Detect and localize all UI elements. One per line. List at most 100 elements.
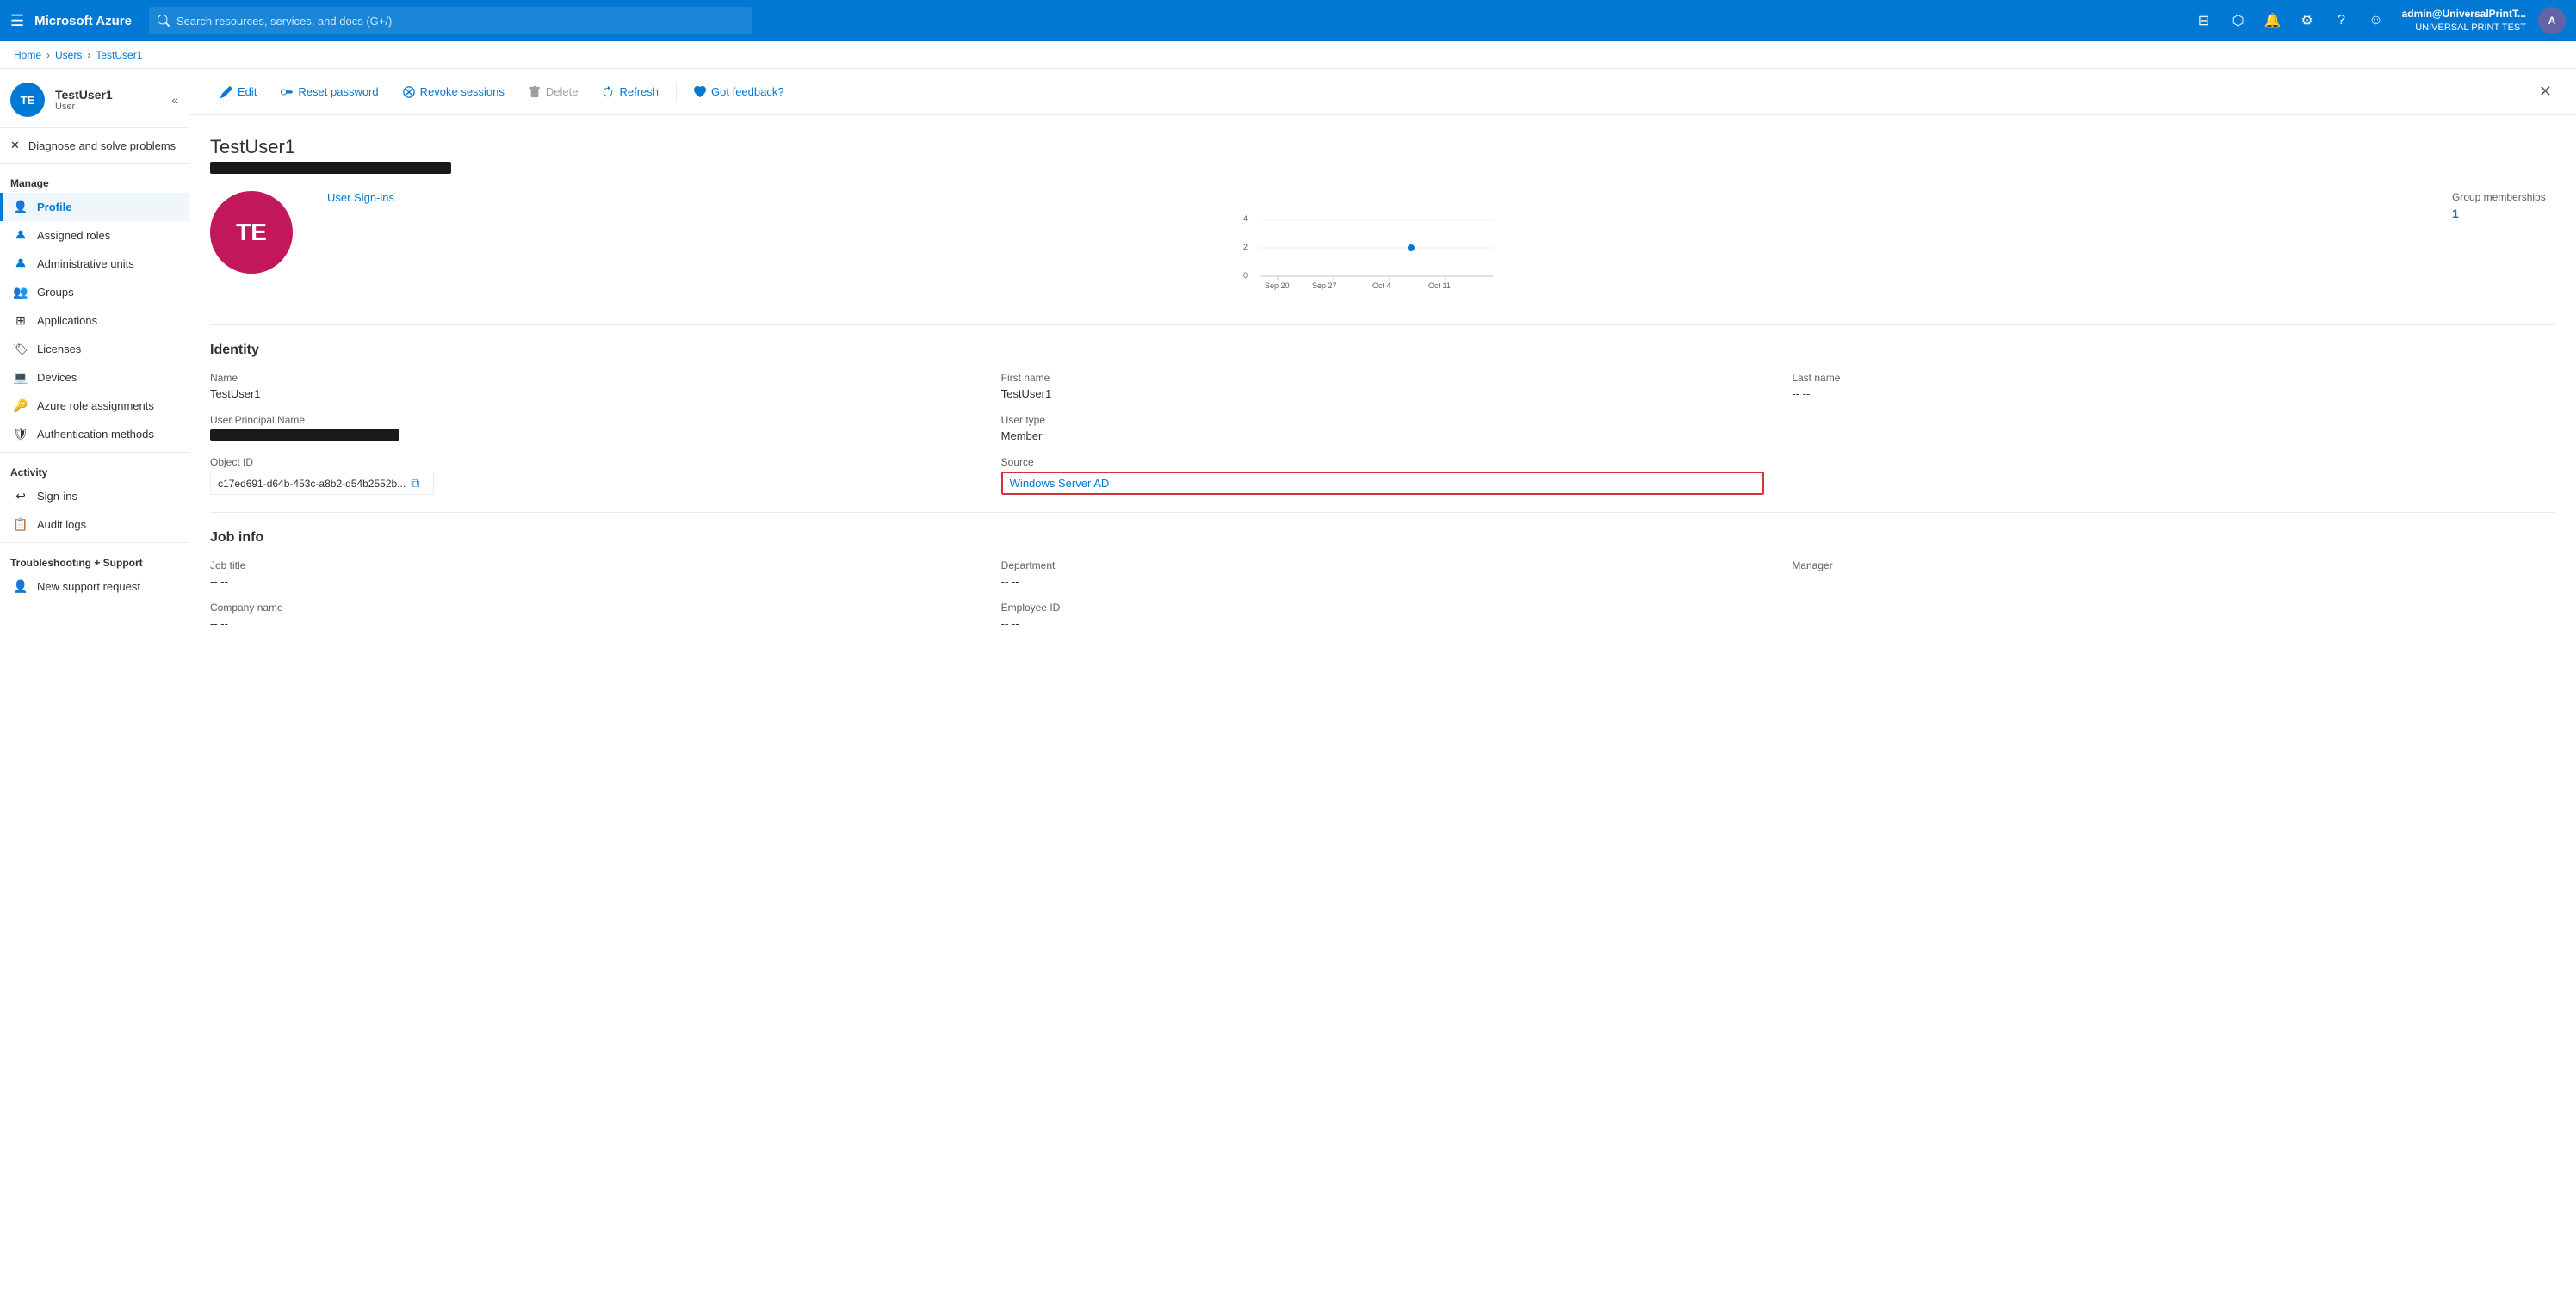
chart-title[interactable]: User Sign-ins <box>327 191 2418 204</box>
sidebar-item-applications[interactable]: ⊞ Applications <box>0 306 189 335</box>
upn-value-redacted <box>210 429 399 441</box>
sidebar-item-diagnose[interactable]: ✕ Diagnose and solve problems <box>0 132 189 159</box>
x-label-sep20: Sep 20 <box>1265 281 1290 290</box>
job-info-section: Job info Job title -- -- Department -- -… <box>210 530 2555 630</box>
user-org: UNIVERSAL PRINT TEST <box>2402 22 2526 34</box>
sidebar: TE TestUser1 User « ✕ Diagnose and solve… <box>0 69 189 1303</box>
feedback-button[interactable]: Got feedback? <box>684 80 795 103</box>
user-name: admin@UniversalPrintT... <box>2402 8 2526 22</box>
help-icon[interactable]: ? <box>2328 7 2356 34</box>
sidebar-manage-label: Manage <box>0 167 189 193</box>
sidebar-divider-2 <box>0 163 189 164</box>
refresh-button[interactable]: Refresh <box>591 80 669 103</box>
close-button[interactable]: ✕ <box>2536 79 2555 104</box>
sidebar-licenses-label: Licenses <box>37 343 81 355</box>
delete-icon <box>529 86 541 98</box>
sidebar-collapse-btn[interactable]: « <box>171 93 178 107</box>
sidebar-item-auth-methods[interactable]: 🛡 Authentication methods <box>0 420 189 448</box>
job-title-label: Job title <box>210 559 974 571</box>
sidebar-user-info: TestUser1 User <box>55 88 113 112</box>
auth-methods-icon: 🛡 <box>13 427 28 442</box>
search-icon <box>158 15 170 27</box>
brand-name: Microsoft Azure <box>34 14 132 28</box>
last-name-value: -- -- <box>1792 387 2555 400</box>
feedback-icon[interactable]: ☺ <box>2362 7 2390 34</box>
edit-icon <box>220 86 232 98</box>
upn-label: User Principal Name <box>210 414 974 426</box>
sidebar-auth-methods-label: Authentication methods <box>37 428 154 441</box>
toolbar-separator <box>676 82 677 102</box>
user-info[interactable]: admin@UniversalPrintT... UNIVERSAL PRINT… <box>2397 8 2531 34</box>
first-name-value: TestUser1 <box>1001 387 1765 400</box>
support-icon: 👤 <box>13 579 28 594</box>
search-input[interactable] <box>176 15 743 28</box>
sidebar-item-profile[interactable]: 👤 Profile <box>0 193 189 221</box>
field-department: Department -- -- <box>1001 559 1765 588</box>
x-label-oct4: Oct 4 <box>1372 281 1391 290</box>
object-id-box: c17ed691-d64b-453c-a8b2-d54b2552b... ⧉ <box>210 472 434 495</box>
edit-button[interactable]: Edit <box>210 80 267 103</box>
user-avatar-circle: TE <box>210 191 293 274</box>
sidebar-item-new-support[interactable]: 👤 New support request <box>0 572 189 601</box>
sidebar-support-label: Troubleshooting + Support <box>0 547 189 572</box>
refresh-label: Refresh <box>619 85 659 98</box>
last-name-label: Last name <box>1792 372 2555 384</box>
sidebar-item-assigned-roles[interactable]: Assigned roles <box>0 221 189 250</box>
top-navigation: ☰ Microsoft Azure ⊟ ⬡ 🔔 ⚙ ? ☺ admin@Univ… <box>0 0 2576 41</box>
section-divider-2 <box>210 512 2555 513</box>
field-company-name: Company name -- -- <box>210 602 974 630</box>
sidebar-item-audit-logs[interactable]: 📋 Audit logs <box>0 510 189 539</box>
y-label-4: 4 <box>1243 214 1248 223</box>
portal-icon[interactable]: ⊟ <box>2190 7 2218 34</box>
reset-password-button[interactable]: Reset password <box>270 80 388 103</box>
breadcrumb-home[interactable]: Home <box>14 49 41 61</box>
user-type-label: User type <box>1001 414 1765 426</box>
identity-grid-spacer-1 <box>1792 414 2555 442</box>
applications-icon: ⊞ <box>13 313 28 328</box>
field-manager: Manager <box>1792 559 2555 588</box>
breadcrumb-users[interactable]: Users <box>55 49 82 61</box>
job-grid: Job title -- -- Department -- -- Manager… <box>210 559 2555 630</box>
group-memberships-count[interactable]: 1 <box>2452 207 2555 220</box>
breadcrumb-sep-1: › <box>46 49 50 61</box>
breadcrumb-current[interactable]: TestUser1 <box>96 49 142 61</box>
sidebar-divider-3 <box>0 452 189 453</box>
sidebar-item-sign-ins[interactable]: ↩ Sign-ins <box>0 482 189 510</box>
source-value-link[interactable]: Windows Server AD <box>1010 477 1110 490</box>
sidebar-item-devices[interactable]: 💻 Devices <box>0 363 189 392</box>
field-employee-id: Employee ID -- -- <box>1001 602 1765 630</box>
cloud-shell-icon[interactable]: ⬡ <box>2225 7 2252 34</box>
field-source: Source Windows Server AD <box>1001 456 1765 495</box>
sidebar-admin-units-label: Administrative units <box>37 257 134 270</box>
profile-icon: 👤 <box>13 200 28 214</box>
sidebar-item-admin-units[interactable]: Administrative units <box>0 250 189 278</box>
job-info-title: Job info <box>210 530 2555 546</box>
field-user-type: User type Member <box>1001 414 1765 442</box>
field-job-title: Job title -- -- <box>210 559 974 588</box>
revoke-sessions-label: Revoke sessions <box>420 85 505 98</box>
content-area: Edit Reset password Revoke sessions Dele… <box>189 69 2576 1303</box>
copy-icon[interactable]: ⧉ <box>411 476 419 491</box>
profile-top-section: TE User Sign-ins 4 2 0 <box>210 191 2555 297</box>
delete-button[interactable]: Delete <box>518 80 589 103</box>
sidebar-audit-logs-label: Audit logs <box>37 518 86 531</box>
notifications-icon[interactable]: 🔔 <box>2259 7 2287 34</box>
azure-role-icon: 🔑 <box>13 398 28 413</box>
sidebar-item-groups[interactable]: 👥 Groups <box>0 278 189 306</box>
hamburger-menu[interactable]: ☰ <box>10 12 24 30</box>
y-label-0: 0 <box>1243 271 1248 280</box>
avatar[interactable]: A <box>2538 7 2566 34</box>
sidebar-item-licenses[interactable]: 🏷 Licenses <box>0 335 189 363</box>
sidebar-item-azure-role-assignments[interactable]: 🔑 Azure role assignments <box>0 392 189 420</box>
settings-icon[interactable]: ⚙ <box>2294 7 2321 34</box>
department-label: Department <box>1001 559 1765 571</box>
sidebar-header: TE TestUser1 User « <box>0 69 189 124</box>
source-highlighted-box: Windows Server AD <box>1001 472 1765 495</box>
diagnose-icon: ✕ <box>10 139 20 152</box>
sidebar-applications-label: Applications <box>37 314 97 327</box>
first-name-label: First name <box>1001 372 1765 384</box>
sidebar-sign-ins-label: Sign-ins <box>37 490 77 503</box>
sign-ins-icon: ↩ <box>13 489 28 503</box>
company-name-label: Company name <box>210 602 974 614</box>
revoke-sessions-button[interactable]: Revoke sessions <box>393 80 515 103</box>
